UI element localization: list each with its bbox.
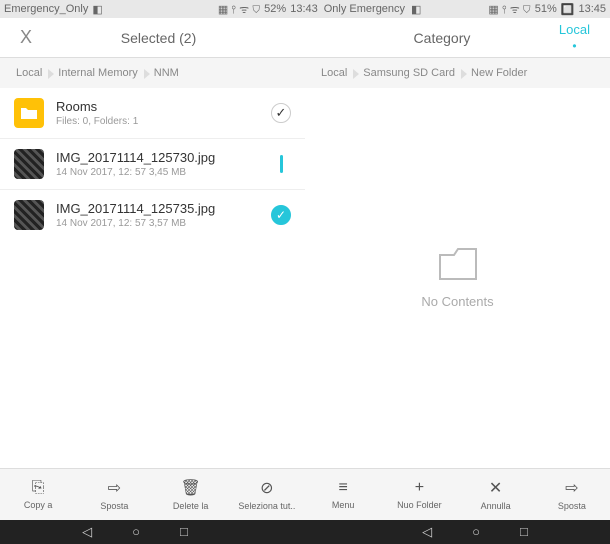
battery-text-2: 51% (535, 3, 557, 15)
crumb-left-0[interactable]: Local (8, 67, 50, 79)
checkbox-checked[interactable]: ✓ (271, 205, 291, 225)
item-meta: 14 Nov 2017, 12: 57 3,57 MB (56, 218, 271, 229)
folder-icon (14, 98, 44, 128)
signal-icon: ▦ ⫯ ᯤ ⛉ (218, 2, 260, 17)
back-icon[interactable]: ◁ (82, 524, 92, 540)
notif-icon: ◧ (92, 3, 102, 16)
time-1: 13:43 (290, 3, 318, 15)
content: Rooms Files: 0, Folders: 1 ✓ IMG_2017111… (0, 88, 610, 468)
menu-button[interactable]: ≡Menu (305, 469, 381, 520)
tab-category[interactable]: Category (414, 30, 471, 46)
empty-panel: No Contents (305, 88, 610, 468)
image-thumb (14, 149, 44, 179)
tab-local[interactable]: Local (559, 22, 590, 37)
android-nav-bar: ◁ ○ □ ◁ ○ □ (0, 520, 610, 544)
plus-icon: + (415, 479, 424, 497)
crumb-right-0[interactable]: Local (313, 67, 355, 79)
battery-text-1: 52% (264, 3, 286, 15)
cancel-button[interactable]: ✕Annulla (458, 469, 534, 520)
recent-icon[interactable]: □ (180, 524, 188, 540)
battery-icon: 🔲 (561, 3, 575, 16)
selected-title: Selected (2) (121, 30, 196, 46)
item-meta: Files: 0, Folders: 1 (56, 116, 271, 127)
file-list[interactable]: Rooms Files: 0, Folders: 1 ✓ IMG_2017111… (0, 88, 305, 468)
carrier-text-2: Only Emergency (324, 3, 405, 15)
new-folder-button[interactable]: +Nuo Folder (381, 469, 457, 520)
close-icon: ✕ (489, 478, 502, 498)
folder-empty-icon (438, 247, 478, 284)
menu-icon: ≡ (338, 479, 347, 497)
list-item[interactable]: Rooms Files: 0, Folders: 1 ✓ (0, 88, 305, 139)
bottom-toolbar: ⎘Copy a ⇨Sposta 🗑Delete la ⊘Seleziona tu… (0, 468, 610, 520)
home-icon[interactable]: ○ (472, 524, 480, 540)
checkbox[interactable]: ✓ (271, 103, 291, 123)
select-all-button[interactable]: ⊘Seleziona tut.. (229, 469, 305, 520)
empty-text: No Contents (421, 294, 493, 309)
recent-icon[interactable]: □ (520, 524, 528, 540)
check-icon: ⊘ (260, 478, 273, 498)
checkbox-partial[interactable] (280, 155, 283, 173)
list-item[interactable]: IMG_20171114_125730.jpg 14 Nov 2017, 12:… (0, 139, 305, 190)
notif-icon-2: ◧ (411, 3, 421, 16)
signal-icon-2: ▦ ⫯ ᯤ ⛉ (488, 2, 530, 17)
move-button[interactable]: ⇨Sposta (76, 469, 152, 520)
move-icon: ⇨ (108, 478, 121, 498)
copy-button[interactable]: ⎘Copy a (0, 469, 76, 520)
move-button-2[interactable]: ⇨Sposta (534, 469, 610, 520)
item-name: IMG_20171114_125730.jpg (56, 150, 280, 165)
list-item[interactable]: IMG_20171114_125735.jpg 14 Nov 2017, 12:… (0, 190, 305, 240)
item-name: Rooms (56, 99, 271, 114)
close-button[interactable]: X (20, 27, 32, 48)
copy-icon: ⎘ (32, 479, 45, 497)
item-name: IMG_20171114_125735.jpg (56, 201, 271, 216)
breadcrumbs: Local Internal Memory NNM Local Samsung … (0, 58, 610, 88)
delete-button[interactable]: 🗑Delete la (153, 469, 229, 520)
crumb-right-2[interactable]: New Folder (463, 67, 535, 79)
crumb-left-1[interactable]: Internal Memory (50, 67, 145, 79)
time-2: 13:45 (578, 3, 606, 15)
home-icon[interactable]: ○ (132, 524, 140, 540)
active-dot: • (559, 39, 590, 53)
trash-icon: 🗑 (180, 478, 200, 498)
back-icon[interactable]: ◁ (422, 524, 432, 540)
image-thumb (14, 200, 44, 230)
move-icon: ⇨ (565, 478, 578, 498)
header: X Selected (2) Category Local • (0, 18, 610, 58)
status-bar: Emergency_Only ◧ ▦ ⫯ ᯤ ⛉ 52% 13:43 Only … (0, 0, 610, 18)
crumb-left-2[interactable]: NNM (146, 67, 187, 79)
crumb-right-1[interactable]: Samsung SD Card (355, 67, 463, 79)
carrier-text: Emergency_Only (4, 3, 88, 15)
item-meta: 14 Nov 2017, 12: 57 3,45 MB (56, 167, 280, 178)
